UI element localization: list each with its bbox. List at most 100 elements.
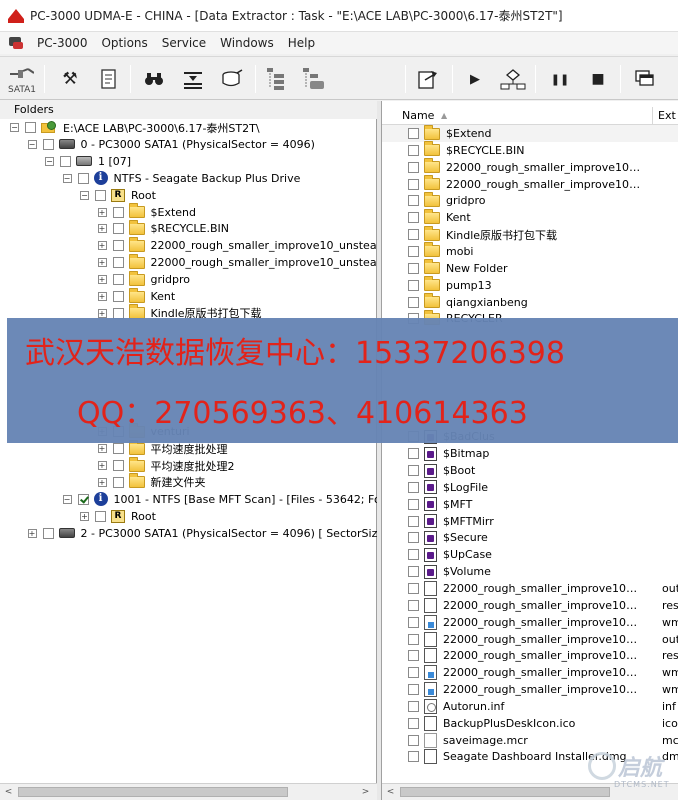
file-row[interactable]: $Extend xyxy=(382,125,678,142)
column-name-header[interactable]: Name xyxy=(402,107,434,125)
pc3000-app-icon[interactable] xyxy=(8,8,24,23)
file-row[interactable]: $MFT xyxy=(382,496,678,513)
file-row[interactable]: $MFTMirr xyxy=(382,513,678,530)
file-checkbox[interactable] xyxy=(408,532,419,544)
tree-node[interactable]: − i NTFS - Seagate Backup Plus Drive xyxy=(62,170,300,187)
file-row[interactable]: qiangxianbeng xyxy=(382,293,678,311)
file-row[interactable]: $Volume xyxy=(382,563,678,580)
expand-icon[interactable]: + xyxy=(97,444,107,454)
menu-options[interactable]: Options xyxy=(94,36,154,50)
scroll-left-arrow[interactable]: < xyxy=(0,784,17,800)
collapse-icon[interactable]: − xyxy=(27,139,37,149)
pause-button[interactable]: ❚❚ xyxy=(545,63,575,95)
file-checkbox[interactable] xyxy=(408,734,419,746)
tree-node[interactable]: − i 1001 - NTFS [Base MFT Scan] - [Files -… xyxy=(62,491,377,508)
expand-icon[interactable]: + xyxy=(80,511,89,521)
tree-node-checkbox[interactable] xyxy=(112,257,124,269)
file-row[interactable]: 22000_rough_smaller_improve10_unste... re… xyxy=(382,597,678,614)
tree-node[interactable]: + $RECYCLE.BIN xyxy=(97,219,229,237)
export-button[interactable] xyxy=(413,63,443,95)
tree-node-checkbox[interactable] xyxy=(95,189,106,201)
sata-port-button[interactable]: SATA1 xyxy=(6,63,38,95)
expand-icon[interactable]: + xyxy=(97,477,107,487)
scroll-thumb[interactable] xyxy=(400,787,610,797)
expand-icon[interactable]: + xyxy=(97,207,107,217)
file-row[interactable]: saveimage.mcr mcr xyxy=(382,732,678,749)
file-checkbox[interactable] xyxy=(408,566,419,578)
file-checkbox[interactable] xyxy=(408,212,419,224)
tree-node-checkbox[interactable] xyxy=(112,223,124,235)
file-row[interactable]: mobi xyxy=(382,242,678,260)
expand-icon[interactable]: + xyxy=(97,258,107,268)
file-checkbox[interactable] xyxy=(408,582,419,594)
file-row[interactable]: 22000_rough_smaller_improve10_unste... ou… xyxy=(382,580,678,597)
expand-icon[interactable]: + xyxy=(97,224,107,234)
play-button[interactable]: ▶ xyxy=(460,63,490,95)
tree-node[interactable]: − 1 [07] xyxy=(45,153,131,170)
file-checkbox[interactable] xyxy=(408,178,419,190)
collapse-icon[interactable]: − xyxy=(62,173,72,183)
file-checkbox[interactable] xyxy=(408,549,419,561)
file-checkbox[interactable] xyxy=(408,667,419,679)
tree-node[interactable]: +2 - PC3000 SATA1 (PhysicalSector = 4096… xyxy=(27,525,377,542)
tree-node-checkbox[interactable] xyxy=(42,527,54,539)
tree-node[interactable]: + 平均速度批处理2 xyxy=(97,456,235,474)
tree-button[interactable] xyxy=(262,63,292,95)
tree-node-checkbox[interactable] xyxy=(112,240,124,252)
file-checkbox[interactable] xyxy=(408,262,419,274)
file-row[interactable]: New Folder xyxy=(382,259,678,277)
file-row[interactable]: Kent xyxy=(382,208,678,226)
file-checkbox[interactable] xyxy=(408,448,419,460)
tree-node[interactable]: + R Root xyxy=(80,508,156,525)
file-checkbox[interactable] xyxy=(408,751,419,763)
file-checkbox[interactable] xyxy=(408,616,419,628)
file-row[interactable]: pump13 xyxy=(382,276,678,294)
file-checkbox[interactable] xyxy=(408,465,419,476)
file-row[interactable]: $RECYCLE.BIN xyxy=(382,141,678,159)
file-row[interactable]: $UpCase xyxy=(382,546,678,563)
scroll-left-arrow[interactable]: < xyxy=(382,784,399,800)
folders-tree[interactable]: − E:\ACE LAB\PC-3000\6.17-泰州ST2T\ − 0 - PC3… xyxy=(0,119,377,783)
file-row[interactable]: 22000_rough_smaller_improve10_unste... xyxy=(382,175,678,193)
scroll-thumb[interactable] xyxy=(18,787,288,797)
expand-icon[interactable]: + xyxy=(97,308,107,318)
menu-help[interactable]: Help xyxy=(281,36,322,50)
file-checkbox[interactable] xyxy=(408,161,419,173)
stop-button[interactable]: ■ xyxy=(583,63,613,95)
tree-node-checkbox[interactable] xyxy=(112,460,124,471)
tree-node-checkbox[interactable] xyxy=(60,155,71,167)
menu-windows[interactable]: Windows xyxy=(213,36,281,50)
tree-node-checkbox[interactable] xyxy=(112,291,124,302)
file-checkbox[interactable] xyxy=(408,481,419,493)
tree-node-checkbox[interactable] xyxy=(112,443,124,455)
tree-node[interactable]: − E:\ACE LAB\PC-3000\6.17-泰州ST2T\ xyxy=(10,119,260,136)
image-button[interactable] xyxy=(217,63,247,95)
file-checkbox[interactable] xyxy=(408,245,419,257)
file-checkbox[interactable] xyxy=(408,599,419,611)
tree-node[interactable]: + 新建文件夹 xyxy=(97,473,206,491)
file-checkbox[interactable] xyxy=(408,633,419,645)
files-list[interactable]: $Extend $RECYCLE.BIN 22000_rough_smaller_i… xyxy=(382,125,678,778)
script-button[interactable] xyxy=(94,63,124,95)
menu-service[interactable]: Service xyxy=(155,36,213,50)
system-menu-icon[interactable] xyxy=(8,36,24,50)
menu-pc3000[interactable]: PC-3000 xyxy=(30,36,94,50)
file-row[interactable]: 22000_rough_smaller_improve10_unste... wm… xyxy=(382,614,678,631)
file-checkbox[interactable] xyxy=(408,700,419,712)
tree-node[interactable]: + Kent xyxy=(97,287,175,305)
file-checkbox[interactable] xyxy=(408,279,419,291)
file-row[interactable]: $Bitmap xyxy=(382,445,678,462)
tools-button[interactable]: ⚒ xyxy=(55,63,85,95)
tree-folder-button[interactable] xyxy=(300,63,330,95)
file-checkbox[interactable] xyxy=(408,195,419,207)
tree-node[interactable]: +22000_rough_smaller_improve10_unsteady_… xyxy=(97,253,377,271)
file-row[interactable]: 22000_rough_smaller_improve10_unste... xyxy=(382,158,678,176)
file-checkbox[interactable] xyxy=(408,717,419,729)
expand-icon[interactable]: + xyxy=(27,528,37,538)
tree-node[interactable]: − R Root xyxy=(80,187,156,204)
file-row[interactable]: $LogFile xyxy=(382,479,678,496)
tree-node[interactable]: +22000_rough_smaller_improve10_unsteady_… xyxy=(97,236,377,254)
file-row[interactable]: $Secure xyxy=(382,529,678,546)
file-row[interactable]: 22000_rough_smaller_improve10_unste... wm… xyxy=(382,664,678,681)
file-checkbox[interactable] xyxy=(408,684,419,696)
